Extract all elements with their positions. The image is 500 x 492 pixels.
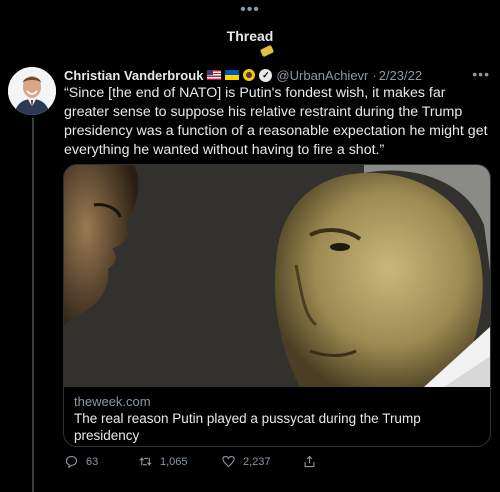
retweet-icon <box>139 457 152 466</box>
card-title: The real reason Putin played a pussycat … <box>74 411 421 443</box>
link-card[interactable]: theweek.com The real reason Putin played… <box>63 164 491 447</box>
sunflower-icon <box>243 69 256 81</box>
author-emoji: ✓ <box>207 68 273 82</box>
us-flag-icon <box>207 70 222 80</box>
share-button[interactable] <box>302 454 324 469</box>
reply-count: 63 <box>86 455 99 468</box>
avatar[interactable] <box>8 67 56 115</box>
meta-separator: · <box>372 67 377 83</box>
share-icon <box>304 455 315 468</box>
author-handle[interactable]: @UrbanAchievr <box>276 68 368 83</box>
card-image <box>64 165 490 387</box>
reply-icon <box>65 455 78 469</box>
ukraine-flag-icon <box>225 70 240 80</box>
tweet-meta: Christian Vanderbrouk ✓ @UrbanAchievr · … <box>64 66 492 84</box>
like-count: 2,237 <box>243 455 271 468</box>
heart-icon <box>222 455 235 468</box>
tweet-more-icon[interactable]: ••• <box>472 66 490 82</box>
like-button[interactable]: 2,237 <box>221 454 271 469</box>
author-name[interactable]: Christian Vanderbrouk <box>64 68 203 83</box>
card-domain: theweek.com <box>74 394 151 409</box>
verified-badge-icon: ✓ <box>259 68 273 82</box>
tweet-date[interactable]: 2/23/22 <box>379 68 422 83</box>
top-ellipsis-icon[interactable]: ••• <box>0 2 500 18</box>
thread-connector-line <box>32 118 34 492</box>
page-title: Thread <box>226 28 274 44</box>
tweet-text: “Since [the end of NATO] is Putin's fond… <box>64 85 488 158</box>
retweet-button[interactable]: 1,065 <box>138 454 188 469</box>
tweet-actions: 63 1,065 2,237 <box>64 454 364 472</box>
decorative-sticker <box>259 44 275 58</box>
retweet-count: 1,065 <box>160 455 188 468</box>
reply-button[interactable]: 63 <box>64 454 98 469</box>
